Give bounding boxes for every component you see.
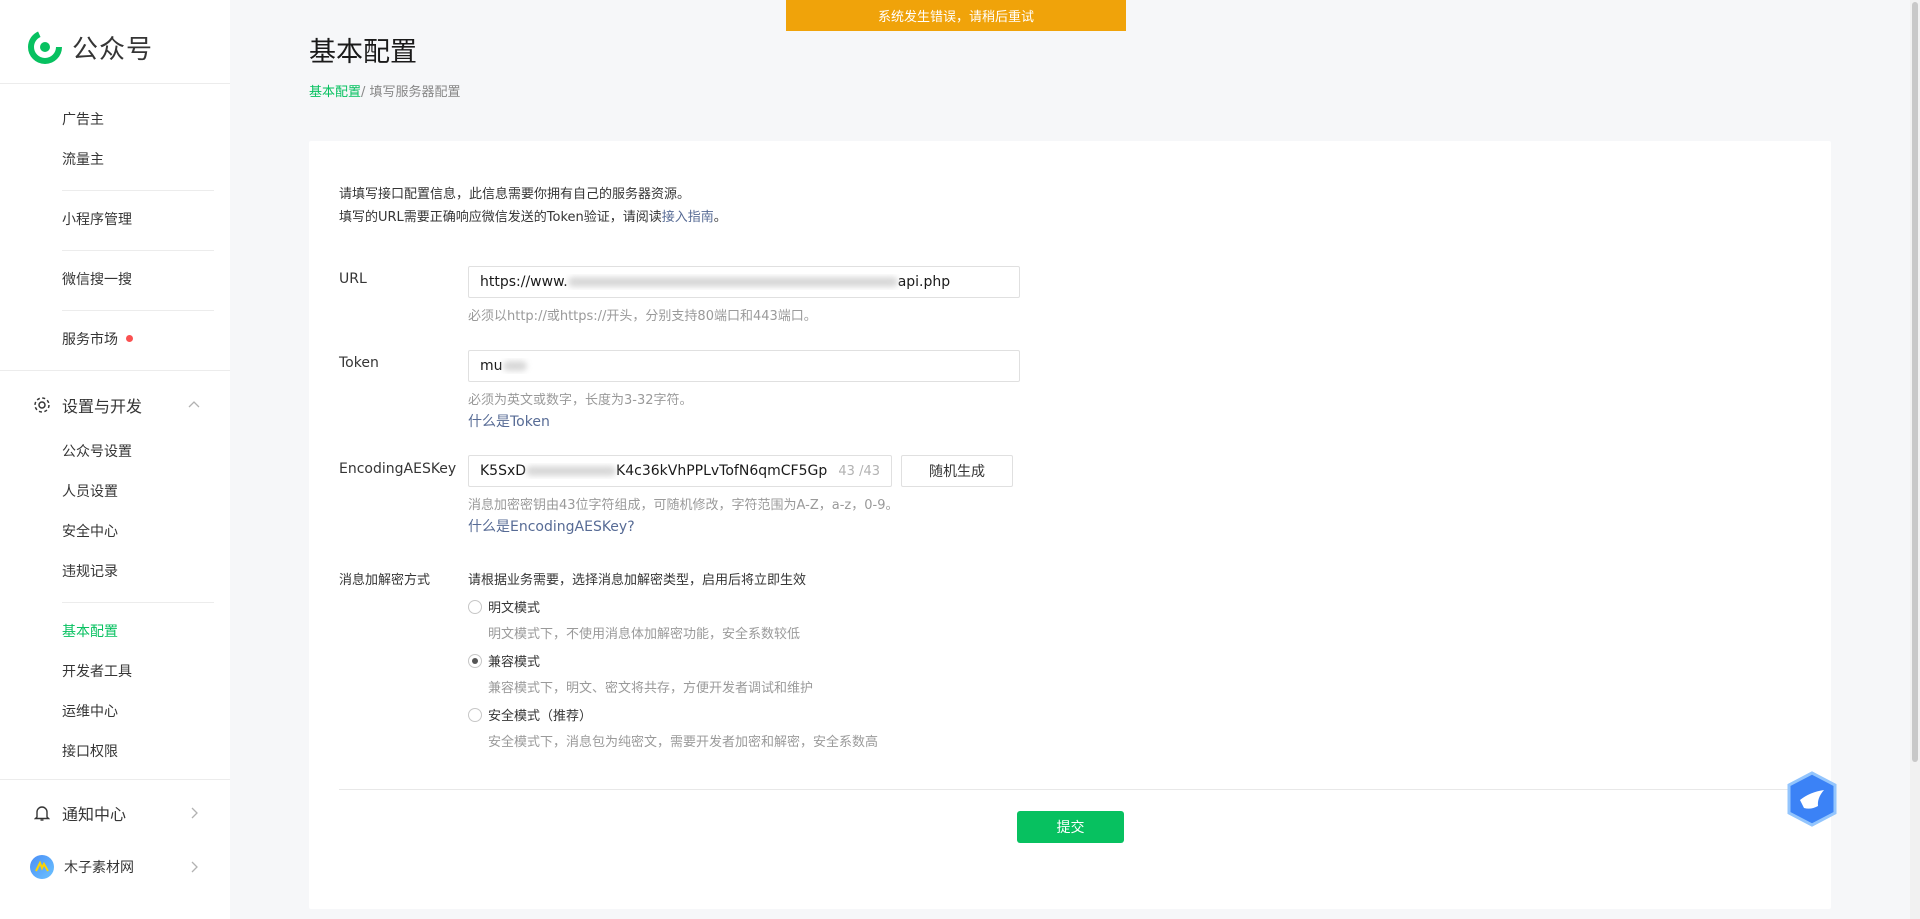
sidebar-item-basic-config[interactable]: 基本配置 [62,622,118,642]
divider [0,779,230,780]
server-config-card: 请填写接口配置信息，此信息需要你拥有自己的服务器资源。 填写的URL需要正确响应… [309,141,1831,909]
floating-help-button[interactable] [1784,770,1840,828]
radio-button[interactable] [468,707,482,722]
sidebar-item-ops-center[interactable]: 运维中心 [62,702,118,722]
aeskey-hint: 消息加密密钥由43位字符组成，可随机修改，字符范围为A-Z，a-z，0-9。 [468,498,899,513]
access-guide-link[interactable]: 接入指南 [662,210,714,225]
radio-label: 明文模式 [488,601,541,616]
aeskey-value-prefix: K5SxD [480,463,527,479]
aeskey-char-counter: 43 /43 [838,463,880,479]
account-name: 木子素材网 [64,860,134,876]
radio-secure-mode[interactable]: 安全模式（推荐） [468,705,592,724]
url-hint: 必须以http://或https://开头，分别支持80端口和443端口。 [468,309,817,324]
chevron-up-icon [188,401,200,408]
sidebar-group-label: 通知中心 [62,805,127,824]
what-is-token-link[interactable]: 什么是Token [468,411,550,431]
intro-line: 请填写接口配置信息，此信息需要你拥有自己的服务器资源。 [339,187,691,202]
app-title: 公众号 [72,34,154,65]
redacted-blur [502,361,527,371]
url-input[interactable]: https://www. api.php [468,266,1020,298]
radio-button[interactable] [468,599,482,614]
token-label: Token [339,355,379,371]
encryption-description: 请根据业务需要，选择消息加解密类型，启用后将立即生效 [468,573,807,588]
sidebar-item-publisher[interactable]: 流量主 [62,150,104,170]
error-banner: 系统发生错误，请稍后重试 [786,0,1126,31]
radio-label: 安全模式（推荐） [488,709,593,724]
radio-description: 安全模式下，消息包为纯密文，需要开发者加密和解密，安全系数高 [488,735,879,750]
token-value: mu [480,358,1008,374]
gear-icon [32,395,52,415]
breadcrumb-link-basic-config[interactable]: 基本配置 [309,85,361,100]
redacted-blur [567,277,898,287]
submit-button[interactable]: 提交 [1017,811,1124,843]
radio-description: 兼容模式下，明文、密文将共存，方便开发者调试和维护 [488,681,814,696]
sidebar-account[interactable]: 木子素材网 [30,855,202,879]
divider [0,83,230,84]
url-label: URL [339,271,367,287]
sidebar-item-violations[interactable]: 违规记录 [62,562,118,582]
sidebar-group-settings[interactable]: 设置与开发 [32,393,202,417]
url-value-prefix: https://www. [480,274,568,290]
sidebar-item-label: 服务市场 [62,332,118,348]
redacted-blur [526,466,617,476]
url-value-suffix: api.php [897,274,951,290]
sidebar-item-service-market[interactable]: 服务市场 [62,330,133,350]
aeskey-value-rest: K4c36kVhPPLvTofN6qmCF5Gp [616,463,828,479]
aeskey-value: K5SxD K4c36kVhPPLvTofN6qmCF5Gp [480,463,832,479]
encryption-label: 消息加解密方式 [339,573,431,588]
generate-aeskey-button[interactable]: 随机生成 [901,455,1013,487]
sidebar-group-notifications[interactable]: 通知中心 [32,801,202,825]
sidebar-item-members[interactable]: 人员设置 [62,482,118,502]
bird-help-icon [1787,771,1837,827]
radio-plaintext-mode[interactable]: 明文模式 [468,597,540,616]
aeskey-label: EncodingAESKey [339,461,457,477]
sidebar-item-api-permissions[interactable]: 接口权限 [62,742,118,762]
sidebar: 公众号 广告主 流量主 小程序管理 微信搜一搜 服务市场 设置与开发 公众号设置… [0,0,230,919]
bell-icon [32,803,52,823]
token-hint: 必须为英文或数字，长度为3-32字符。 [468,393,693,408]
chevron-right-icon [191,861,198,873]
sidebar-item-search[interactable]: 微信搜一搜 [62,270,132,290]
sidebar-item-miniprogram[interactable]: 小程序管理 [62,210,132,230]
token-value-prefix: mu [480,358,503,374]
wechat-mp-logo-icon [28,30,62,64]
avatar [30,855,54,879]
intro-line-text: 。 [713,210,727,225]
divider [0,370,230,371]
divider [62,250,214,251]
page-title: 基本配置 [309,37,417,68]
intro-text: 请填写接口配置信息，此信息需要你拥有自己的服务器资源。 填写的URL需要正确响应… [339,183,727,229]
sidebar-item-dev-tools[interactable]: 开发者工具 [62,662,132,682]
intro-line-text: 填写的URL需要正确响应微信发送的Token验证，请阅读 [339,210,662,225]
what-is-aeskey-link[interactable]: 什么是EncodingAESKey? [468,516,635,536]
notification-dot [126,335,133,342]
divider [62,602,214,603]
divider [339,789,1801,790]
divider [62,310,214,311]
url-value: https://www. api.php [480,274,1008,290]
app-logo[interactable]: 公众号 [28,29,153,65]
radio-button-checked[interactable] [468,653,482,668]
sidebar-item-advertiser[interactable]: 广告主 [62,110,104,130]
token-input[interactable]: mu [468,350,1020,382]
sidebar-group-label: 设置与开发 [62,397,143,416]
breadcrumb-current: / 填写服务器配置 [361,85,461,100]
scrollbar-thumb[interactable] [1912,2,1918,762]
sidebar-item-security[interactable]: 安全中心 [62,522,118,542]
chevron-right-icon [191,807,198,819]
radio-label: 兼容模式 [488,655,541,670]
radio-description: 明文模式下，不使用消息体加解密功能，安全系数较低 [488,627,801,642]
intro-line: 填写的URL需要正确响应微信发送的Token验证，请阅读接入指南。 [339,206,727,229]
sidebar-item-account-settings[interactable]: 公众号设置 [62,442,132,462]
aeskey-input[interactable]: K5SxD K4c36kVhPPLvTofN6qmCF5Gp 43 /43 [468,455,892,487]
radio-compatible-mode[interactable]: 兼容模式 [468,651,540,670]
divider [62,190,214,191]
breadcrumb: 基本配置/ 填写服务器配置 [309,81,461,100]
